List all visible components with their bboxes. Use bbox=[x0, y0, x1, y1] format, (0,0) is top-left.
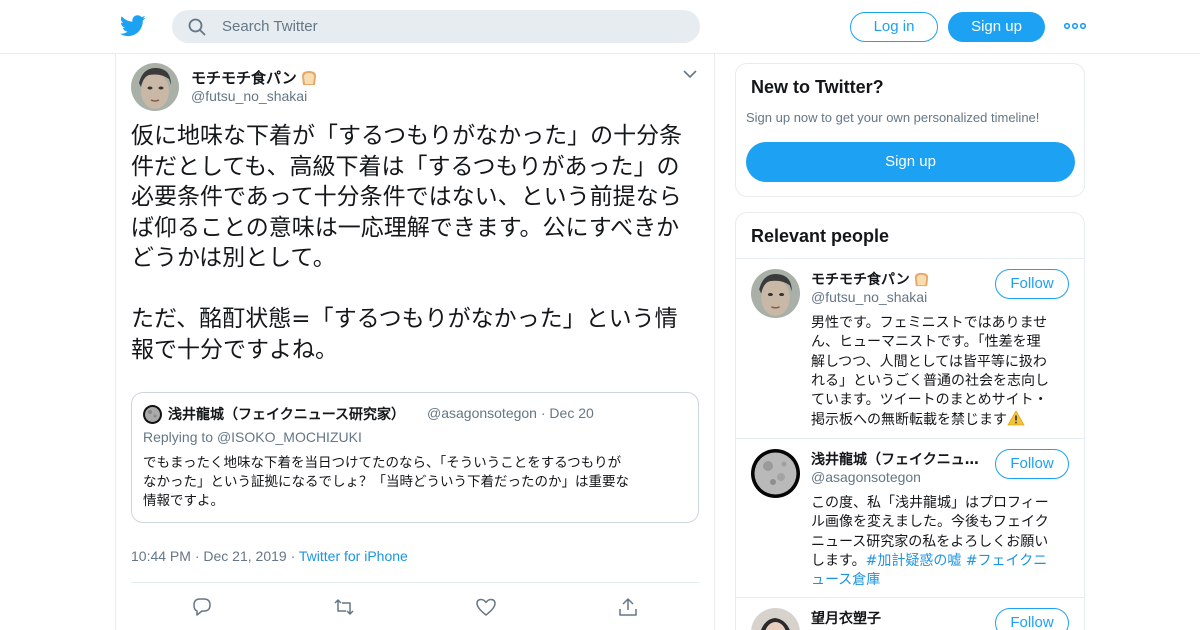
person-name[interactable]: 浅井龍城（フェイクニュース研究家） bbox=[811, 449, 981, 469]
warning-icon bbox=[1007, 410, 1025, 426]
person-name-text: 望月衣塑子 bbox=[811, 611, 881, 627]
tweet-timestamp: 10:44 PM · Dec 21, 2019 · Twitter for iP… bbox=[131, 548, 408, 564]
reply-icon[interactable] bbox=[191, 596, 213, 618]
search-input[interactable]: Search Twitter bbox=[172, 10, 700, 43]
tweet-time: 10:44 PM bbox=[131, 548, 191, 564]
retweet-icon[interactable] bbox=[333, 596, 355, 618]
avatar[interactable] bbox=[751, 449, 800, 498]
card-subtitle: Sign up now to get your own personalized… bbox=[746, 110, 1040, 125]
card-title: New to Twitter? bbox=[751, 77, 884, 97]
tweet-text: 仮に地味な下着が「するつもりがなかった」の十分条 件だとしても、高級下着は「する… bbox=[131, 123, 683, 363]
follow-button[interactable]: Follow bbox=[995, 269, 1069, 299]
avatar[interactable] bbox=[751, 269, 800, 318]
quoted-meta: @asagonsotegon · Dec 20 bbox=[427, 405, 594, 421]
person-bio: この度、私「浅井龍城」はプロフィー ル画像を変えました。今後もフェイク ニュース… bbox=[811, 494, 1071, 590]
login-button[interactable]: Log in bbox=[850, 12, 938, 42]
replying-prefix: Replying to bbox=[143, 429, 214, 445]
tweet-panel: モチモチ食パン @futsu_no_shakai 仮に地味な下着が「するつもりが… bbox=[115, 54, 715, 630]
author-name[interactable]: モチモチ食パン bbox=[191, 67, 319, 88]
person-name-text: モチモチ食パン bbox=[811, 272, 910, 288]
list-item: 望月衣塑子 Follow bbox=[736, 598, 1084, 630]
bread-emoji-icon bbox=[301, 70, 316, 85]
top-bar: Search Twitter Log in Sign up bbox=[0, 0, 1200, 54]
search-icon bbox=[188, 18, 206, 36]
author-handle[interactable]: @futsu_no_shakai bbox=[191, 88, 307, 104]
more-icon[interactable] bbox=[1064, 18, 1086, 34]
card-title: Relevant people bbox=[751, 226, 890, 246]
search-placeholder: Search Twitter bbox=[222, 18, 318, 35]
signup-button[interactable]: Sign up bbox=[948, 12, 1045, 42]
list-item: モチモチ食パン @futsu_no_shakai Follow 男性です。フェミ… bbox=[736, 259, 1084, 439]
person-name[interactable]: モチモチ食パン bbox=[811, 269, 981, 289]
chevron-down-icon[interactable] bbox=[683, 69, 697, 79]
divider bbox=[131, 582, 699, 583]
person-handle[interactable]: @asagonsotegon bbox=[811, 469, 921, 485]
quoted-author-name: 浅井龍城（フェイクニュース研究家） bbox=[168, 407, 406, 423]
person-handle[interactable]: @futsu_no_shakai bbox=[811, 289, 927, 305]
author-name-text: モチモチ食パン bbox=[191, 69, 297, 87]
sidebar-signup-button[interactable]: Sign up bbox=[746, 142, 1075, 182]
quoted-date: Dec 20 bbox=[549, 405, 594, 421]
meta-dot: · bbox=[290, 548, 299, 564]
tweet-source[interactable]: Twitter for iPhone bbox=[299, 548, 408, 564]
bread-emoji-icon bbox=[914, 272, 928, 286]
replying-to: Replying to @ISOKO_MOCHIZUKI bbox=[143, 429, 362, 445]
quoted-text: でもまったく地味な下着を当日つけてたのなら、「そういうことをするつもりが なかっ… bbox=[143, 455, 629, 509]
avatar[interactable] bbox=[131, 63, 179, 111]
like-icon[interactable] bbox=[475, 596, 497, 618]
share-icon[interactable] bbox=[617, 596, 639, 618]
person-name[interactable]: 望月衣塑子 bbox=[811, 608, 981, 628]
replying-mention[interactable]: @ISOKO_MOCHIZUKI bbox=[217, 429, 362, 445]
avatar[interactable] bbox=[751, 608, 800, 630]
relevant-people-card: Relevant people モチモチ食パン @futsu_no_shakai… bbox=[735, 212, 1085, 630]
twitter-bird-icon[interactable] bbox=[120, 14, 146, 38]
new-to-twitter-card: New to Twitter? Sign up now to get your … bbox=[735, 63, 1085, 197]
quoted-tweet[interactable]: 浅井龍城（フェイクニュース研究家） @asagonsotegon · Dec 2… bbox=[131, 392, 699, 523]
follow-button[interactable]: Follow bbox=[995, 608, 1069, 630]
person-bio: 男性です。フェミニストではありませ ん、ヒューマニストです。「性差を理 解しつつ… bbox=[811, 314, 1071, 431]
person-name-text: 浅井龍城（フェイクニュース研究家） bbox=[811, 452, 981, 468]
tweet-date: Dec 21, 2019 bbox=[203, 548, 287, 564]
list-item: 浅井龍城（フェイクニュース研究家） @asagonsotegon Follow … bbox=[736, 439, 1084, 597]
quoted-handle: @asagonsotegon bbox=[427, 405, 537, 421]
follow-button[interactable]: Follow bbox=[995, 449, 1069, 479]
quoted-avatar bbox=[143, 405, 162, 424]
